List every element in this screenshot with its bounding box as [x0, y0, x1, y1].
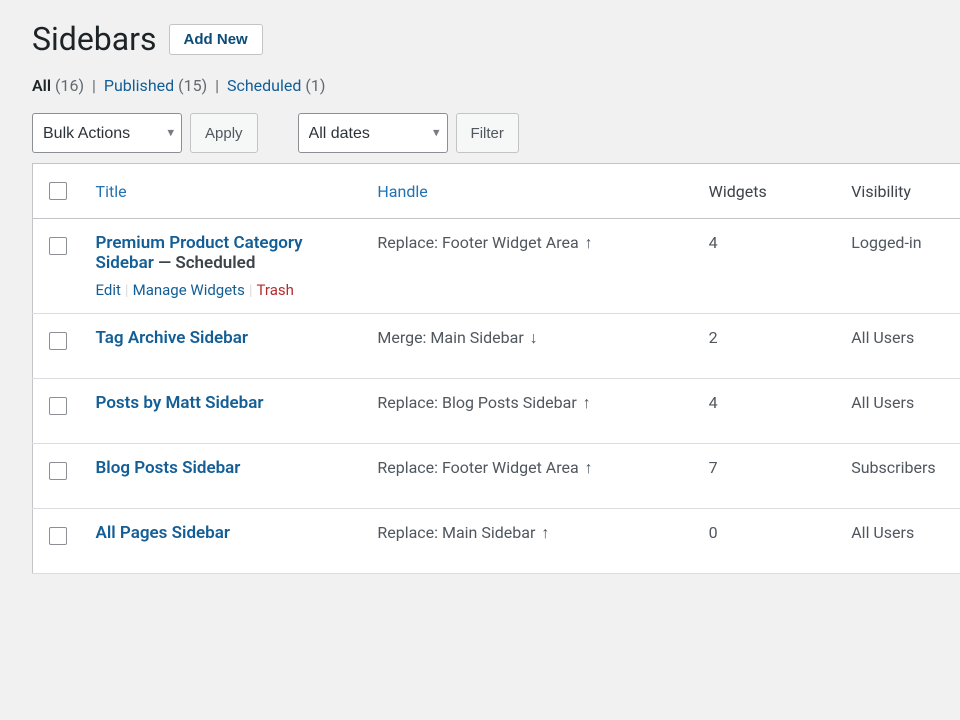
row-title-link[interactable]: All Pages Sidebar — [96, 523, 230, 543]
row-checkbox[interactable] — [49, 527, 67, 545]
view-published-count: (15) — [178, 76, 207, 95]
separator: | — [245, 281, 257, 299]
handle-text: Replace: Blog Posts Sidebar — [377, 393, 580, 412]
widgets-cell: 2 — [699, 314, 842, 379]
handle-cell: Replace: Blog Posts Sidebar ↑ — [367, 379, 698, 444]
visibility-cell: All Users — [841, 509, 960, 574]
status-suffix: — Scheduled — [154, 253, 256, 273]
arrow-up-icon: ↑ — [583, 233, 593, 252]
row-checkbox[interactable] — [49, 237, 67, 255]
separator: | — [211, 76, 223, 95]
view-scheduled-label: Scheduled — [227, 76, 301, 95]
table-row: All Pages Sidebar Replace: Main Sidebar ↑… — [33, 509, 960, 574]
trash-link[interactable]: Trash — [257, 281, 294, 299]
date-filter-select[interactable]: All dates — [298, 113, 448, 153]
column-handle[interactable]: Handle — [367, 164, 698, 219]
edit-link[interactable]: Edit — [96, 281, 121, 299]
handle-cell: Replace: Footer Widget Area ↑ — [367, 219, 698, 314]
separator: | — [121, 281, 133, 299]
table-row: Blog Posts Sidebar Replace: Footer Widget… — [33, 444, 960, 509]
row-checkbox[interactable] — [49, 397, 67, 415]
row-title-link[interactable]: Tag Archive Sidebar — [96, 328, 248, 348]
handle-text: Merge: Main Sidebar — [377, 328, 527, 347]
separator: | — [88, 76, 100, 95]
view-filters: All (16) | Published (15) | Scheduled (1… — [32, 76, 960, 95]
row-checkbox[interactable] — [49, 462, 67, 480]
arrow-up-icon: ↑ — [583, 458, 593, 477]
row-checkbox[interactable] — [49, 332, 67, 350]
arrow-down-icon: ↓ — [528, 328, 538, 347]
row-actions: Edit|Manage Widgets|Trash — [96, 281, 358, 299]
arrow-up-icon: ↑ — [539, 523, 549, 542]
visibility-cell: Subscribers — [841, 444, 960, 509]
row-title-link[interactable]: Posts by Matt Sidebar — [96, 393, 264, 413]
visibility-cell: All Users — [841, 379, 960, 444]
widgets-cell: 7 — [699, 444, 842, 509]
sidebars-table: Title Handle Widgets Visibility Premium … — [32, 163, 960, 574]
widgets-cell: 4 — [699, 219, 842, 314]
apply-button[interactable]: Apply — [190, 113, 258, 153]
handle-text: Replace: Footer Widget Area — [377, 458, 582, 477]
view-published-label: Published — [104, 76, 174, 95]
arrow-up-icon: ↑ — [581, 393, 591, 412]
select-all-checkbox[interactable] — [49, 182, 67, 200]
column-widgets: Widgets — [699, 164, 842, 219]
view-all[interactable]: All (16) — [32, 76, 88, 95]
visibility-cell: All Users — [841, 314, 960, 379]
handle-cell: Replace: Main Sidebar ↑ — [367, 509, 698, 574]
handle-cell: Replace: Footer Widget Area ↑ — [367, 444, 698, 509]
table-row: Premium Product Category Sidebar — Sched… — [33, 219, 960, 314]
view-all-label: All — [32, 76, 51, 95]
widgets-cell: 0 — [699, 509, 842, 574]
handle-text: Replace: Main Sidebar — [377, 523, 539, 542]
widgets-cell: 4 — [699, 379, 842, 444]
view-scheduled-count: (1) — [305, 76, 325, 95]
column-title[interactable]: Title — [86, 164, 368, 219]
handle-cell: Merge: Main Sidebar ↓ — [367, 314, 698, 379]
bulk-actions-select[interactable]: Bulk Actions — [32, 113, 182, 153]
filter-button[interactable]: Filter — [456, 113, 519, 153]
table-row: Posts by Matt Sidebar Replace: Blog Posts… — [33, 379, 960, 444]
view-scheduled[interactable]: Scheduled (1) — [227, 76, 325, 95]
handle-text: Replace: Footer Widget Area — [377, 233, 582, 252]
page-title: Sidebars — [32, 20, 157, 58]
view-all-count: (16) — [55, 76, 84, 95]
table-row: Tag Archive Sidebar Merge: Main Sidebar ↓… — [33, 314, 960, 379]
row-title-link[interactable]: Blog Posts Sidebar — [96, 458, 241, 478]
manage-widgets-link[interactable]: Manage Widgets — [133, 281, 245, 299]
column-visibility: Visibility — [841, 164, 960, 219]
view-published[interactable]: Published (15) — [104, 76, 211, 95]
visibility-cell: Logged-in — [841, 219, 960, 314]
add-new-button[interactable]: Add New — [169, 24, 263, 55]
